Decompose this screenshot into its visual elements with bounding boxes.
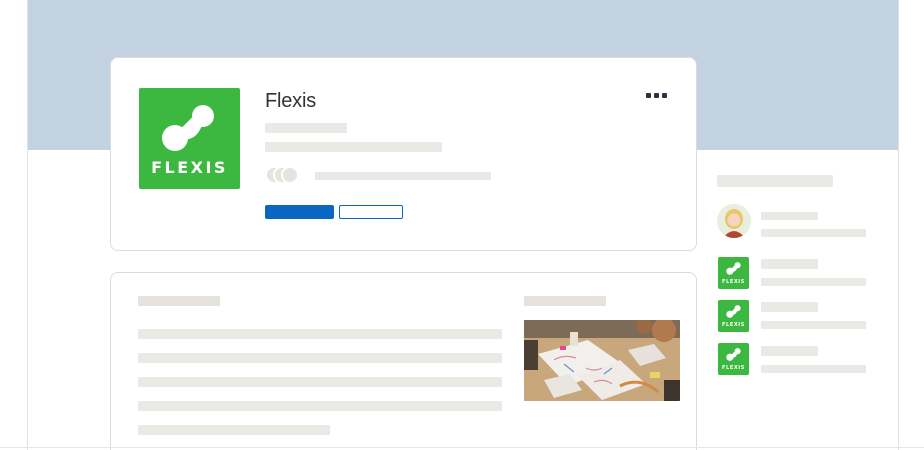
content-card [110,272,697,450]
suggestion-subtitle-placeholder [761,229,866,237]
more-horizontal-icon [654,93,659,98]
more-options-button[interactable] [646,88,672,102]
suggestion-title-placeholder [761,212,818,220]
suggestion-subtitle-placeholder [761,321,866,329]
more-horizontal-icon [662,93,667,98]
company-logo-small[interactable]: FLEXIS [718,343,749,375]
section-heading-placeholder [138,296,220,306]
tagline-placeholder [265,123,347,133]
media-heading-placeholder [524,296,606,306]
text-line-placeholder [138,401,502,411]
suggestion-title-placeholder [761,259,818,269]
sidebar-heading-placeholder [717,175,833,187]
flexis-logo-icon [726,305,741,318]
workspace-photo[interactable] [524,320,680,401]
avatar [281,166,299,184]
visit-website-button[interactable] [339,205,403,219]
text-line-placeholder [138,377,502,387]
connections-placeholder [315,172,491,180]
connections-avatars[interactable] [265,166,305,184]
frame-bottom-border [0,447,924,448]
person-avatar[interactable] [717,204,751,238]
flexis-logo-icon [726,262,741,275]
text-line-placeholder [138,353,502,363]
company-logo[interactable]: FLEXIS [139,88,240,189]
suggestion-subtitle-placeholder [761,365,866,373]
company-name[interactable]: Flexis [265,90,316,113]
follow-button[interactable] [265,205,334,219]
text-line-placeholder [138,425,330,435]
logo-wordmark: FLEXIS [722,279,745,285]
company-profile-card: FLEXIS Flexis [110,57,697,251]
text-line-placeholder [138,329,502,339]
suggestion-subtitle-placeholder [761,278,866,286]
details-placeholder [265,142,442,152]
suggestion-title-placeholder [761,302,818,312]
page-frame: FLEXIS Flexis FLEXIS FLEXIS FLEXIS [27,0,899,450]
company-logo-small[interactable]: FLEXIS [718,300,749,332]
flexis-logo-icon [162,105,214,151]
logo-wordmark: FLEXIS [722,365,745,371]
flexis-logo-icon [726,348,741,361]
company-logo-wordmark: FLEXIS [151,158,228,177]
more-horizontal-icon [646,93,651,98]
suggestion-title-placeholder [761,346,818,356]
logo-wordmark: FLEXIS [722,322,745,328]
company-logo-small[interactable]: FLEXIS [718,257,749,289]
